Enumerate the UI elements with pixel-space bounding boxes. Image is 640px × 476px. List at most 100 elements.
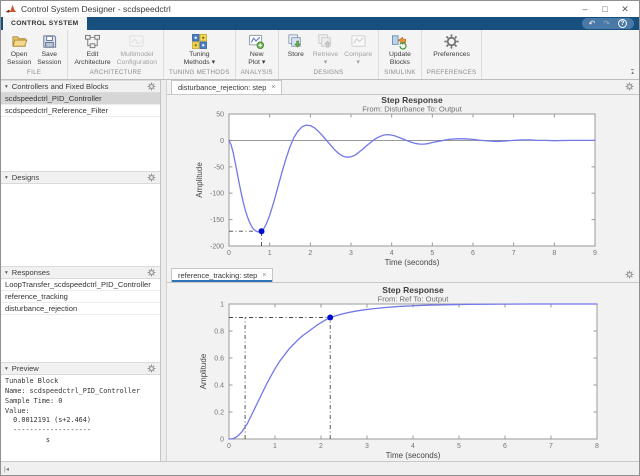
svg-text:0.6: 0.6: [214, 356, 224, 363]
chevron-down-icon: ▾: [5, 84, 8, 90]
svg-text:-100: -100: [210, 191, 224, 198]
list-item-reference-tracking[interactable]: reference_tracking: [1, 291, 160, 303]
section-title: Preview: [12, 364, 39, 373]
svg-text:5: 5: [457, 443, 461, 450]
edit-architecture-icon: [84, 33, 101, 50]
svg-text:Amplitude: Amplitude: [199, 353, 208, 389]
open-folder-icon: [11, 33, 28, 50]
chevron-down-icon: ▾: [5, 175, 8, 181]
ribbon-toolbar: Open Session Save Session FILE: [1, 30, 639, 80]
undo-icon[interactable]: ↶: [589, 19, 596, 29]
update-blocks-button[interactable]: Update Blocks: [386, 32, 414, 68]
gear-icon[interactable]: [147, 82, 156, 91]
tab-disturbance-rejection-step[interactable]: disturbance_rejection: step ×: [171, 80, 282, 94]
document-reference-tracking: reference_tracking: step × 0: [167, 268, 639, 461]
maximize-button[interactable]: □: [595, 1, 615, 17]
close-button[interactable]: ✕: [615, 1, 635, 17]
quick-access-bar: ↶ ↷ ?: [582, 18, 634, 29]
svg-text:Step Response: Step Response: [381, 95, 443, 105]
tab-control-system[interactable]: CONTROL SYSTEM: [3, 17, 87, 30]
multimodel-configuration-button: Multimodel Configuration: [114, 32, 160, 68]
section-title: Controllers and Fixed Blocks: [12, 82, 109, 91]
svg-text:8: 8: [595, 443, 599, 450]
open-session-button[interactable]: Open Session: [4, 32, 34, 68]
svg-text:50: 50: [216, 112, 224, 119]
gear-icon[interactable]: [147, 173, 156, 182]
document-area: disturbance_rejection: step ×: [167, 80, 639, 461]
sidebar-collapse-handle[interactable]: |◂: [4, 465, 9, 473]
tuning-methods-button[interactable]: Tuning Methods ▾: [181, 32, 218, 68]
update-blocks-icon: [391, 33, 408, 50]
section-header-controllers[interactable]: ▾ Controllers and Fixed Blocks: [1, 80, 160, 93]
compare-button: Compare ▾: [341, 32, 375, 68]
svg-text:Time (seconds): Time (seconds): [385, 258, 440, 267]
svg-text:7: 7: [549, 443, 553, 450]
list-item-reference-filter[interactable]: scdspeedctrl_Reference_Filter: [1, 105, 160, 117]
svg-text:6: 6: [471, 250, 475, 257]
ribbon-section-file: Open Session Save Session FILE: [1, 30, 68, 79]
responses-list: LoopTransfer_scdspeedctrl_PID_Controller…: [1, 279, 160, 362]
section-title: Designs: [12, 173, 39, 182]
close-icon[interactable]: ×: [262, 272, 266, 279]
ribbon-section-tuning-methods: Tuning Methods ▾ TUNING METHODS: [164, 30, 236, 79]
gear-icon[interactable]: [625, 82, 634, 91]
svg-text:0: 0: [227, 443, 231, 450]
plot-canvas-bottom: 01234567800.20.40.60.81Step ResponseFrom…: [167, 283, 639, 461]
redo-icon: ↷: [603, 19, 610, 29]
svg-text:4: 4: [390, 250, 394, 257]
ribbon-section-preferences: Preferences PREFERENCES: [422, 30, 483, 79]
list-item-looptransfer[interactable]: LoopTransfer_scdspeedctrl_PID_Controller: [1, 279, 160, 291]
new-plot-icon: [248, 33, 265, 50]
step-response-plot-disturbance[interactable]: 0123456789-200-150-100-50050Step Respons…: [167, 95, 639, 268]
help-icon[interactable]: ?: [618, 19, 627, 28]
svg-text:0: 0: [220, 437, 224, 444]
svg-text:-50: -50: [214, 164, 224, 171]
preferences-button[interactable]: Preferences: [430, 32, 473, 60]
main-area: ▾ Controllers and Fixed Blocks scdspeedc…: [1, 80, 639, 461]
section-label-tuning-methods: TUNING METHODS: [167, 69, 232, 79]
svg-text:6: 6: [503, 443, 507, 450]
ribbon-section-designs: Store Retrieve ▾ Compare ▾: [279, 30, 379, 79]
window-title: Control System Designer - scdspeedctrl: [21, 4, 171, 14]
svg-text:4: 4: [411, 443, 415, 450]
section-label-architecture: ARCHITECTURE: [71, 69, 160, 79]
svg-text:0.2: 0.2: [214, 410, 224, 417]
save-icon: [41, 33, 58, 50]
svg-text:-150: -150: [210, 217, 224, 224]
toolstrip-tab-row: CONTROL SYSTEM ↶ ↷ ?: [1, 17, 639, 30]
section-header-designs[interactable]: ▾ Designs: [1, 171, 160, 184]
ribbon-section-simulink: Update Blocks SIMULINK: [379, 30, 422, 79]
preview-text: Tunable Block Name: scdspeedctrl_PID_Con…: [1, 375, 160, 448]
section-header-responses[interactable]: ▾ Responses: [1, 266, 160, 279]
svg-text:7: 7: [512, 250, 516, 257]
new-plot-button[interactable]: New Plot ▾: [243, 32, 271, 68]
list-item-pid-controller[interactable]: scdspeedctrl_PID_Controller: [1, 93, 160, 105]
edit-architecture-button[interactable]: Edit Architecture: [71, 32, 113, 68]
plot-canvas-top: 0123456789-200-150-100-50050Step Respons…: [167, 95, 639, 273]
section-label-designs: DESIGNS: [282, 69, 375, 79]
gear-icon[interactable]: [625, 270, 634, 279]
svg-text:From: Ref To: Output: From: Ref To: Output: [378, 295, 450, 304]
svg-text:5: 5: [430, 250, 434, 257]
step-response-plot-reference[interactable]: 01234567800.20.40.60.81Step ResponseFrom…: [167, 283, 639, 461]
store-button[interactable]: Store: [282, 32, 310, 60]
list-item-disturbance-rejection[interactable]: disturbance_rejection: [1, 303, 160, 315]
gear-icon[interactable]: [147, 364, 156, 373]
section-header-preview[interactable]: ▾ Preview: [1, 362, 160, 375]
svg-text:3: 3: [365, 443, 369, 450]
minimize-button[interactable]: –: [575, 1, 595, 17]
controllers-list: scdspeedctrl_PID_Controller scdspeedctrl…: [1, 93, 160, 171]
svg-text:Amplitude: Amplitude: [195, 162, 204, 198]
section-label-preferences: PREFERENCES: [425, 69, 479, 79]
gear-icon: [443, 33, 460, 50]
data-browser-panel: ▾ Controllers and Fixed Blocks scdspeedc…: [1, 80, 161, 461]
gear-icon[interactable]: [147, 268, 156, 277]
collapse-ribbon-icon[interactable]: ▴: [631, 69, 634, 76]
retrieve-button: Retrieve ▾: [310, 32, 341, 68]
save-session-button[interactable]: Save Session: [34, 32, 64, 68]
control-system-designer-window: Control System Designer - scdspeedctrl –…: [0, 0, 640, 476]
close-icon[interactable]: ×: [271, 84, 275, 91]
retrieve-icon: [317, 33, 334, 50]
section-title: Responses: [12, 268, 50, 277]
tab-reference-tracking-step[interactable]: reference_tracking: step ×: [171, 268, 273, 282]
